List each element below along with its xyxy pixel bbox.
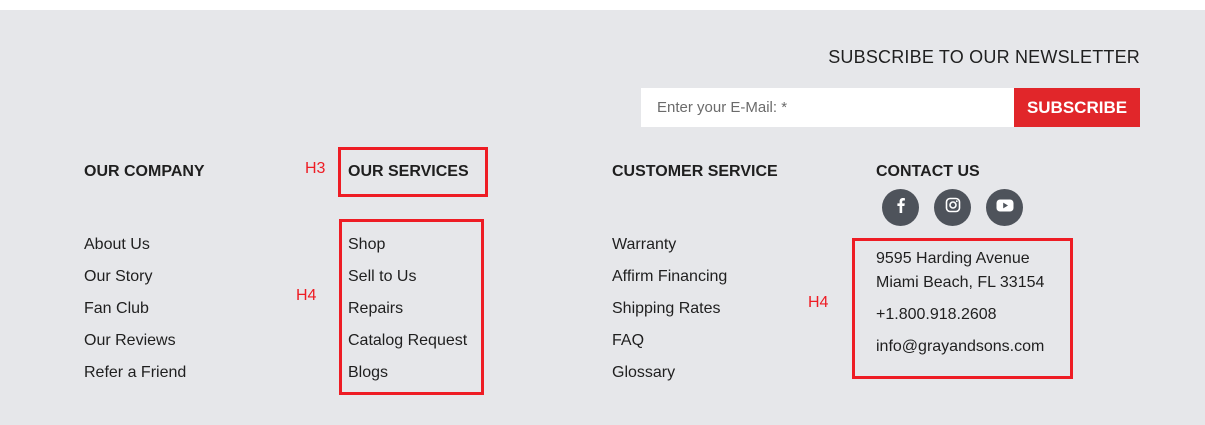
footer-link-refer-a-friend[interactable]: Refer a Friend — [84, 364, 186, 381]
footer-link-shipping-rates[interactable]: Shipping Rates — [612, 300, 721, 317]
footer-link-faq[interactable]: FAQ — [612, 332, 644, 349]
annotation-h3-label: H3 — [305, 160, 326, 177]
facebook-icon — [894, 197, 908, 218]
footer-link-glossary[interactable]: Glossary — [612, 364, 675, 381]
footer-link-our-reviews[interactable]: Our Reviews — [84, 332, 176, 349]
customer-service-heading: CUSTOMER SERVICE — [612, 163, 778, 180]
annotation-box-services-links — [339, 219, 484, 395]
annotation-h4-label-services: H4 — [296, 287, 317, 304]
annotation-box-services-heading — [338, 147, 488, 197]
youtube-link[interactable] — [986, 189, 1023, 226]
footer-link-our-story[interactable]: Our Story — [84, 268, 152, 285]
our-company-links: About Us Our Story Fan Club Our Reviews … — [84, 235, 186, 395]
site-footer: SUBSCRIBE TO OUR NEWSLETTER SUBSCRIBE OU… — [0, 10, 1205, 425]
youtube-icon — [996, 199, 1014, 217]
newsletter-email-input[interactable] — [641, 88, 1014, 127]
our-company-heading: OUR COMPANY — [84, 163, 205, 180]
footer-link-fan-club[interactable]: Fan Club — [84, 300, 149, 317]
footer-link-about-us[interactable]: About Us — [84, 236, 150, 253]
subscribe-button[interactable]: SUBSCRIBE — [1014, 88, 1140, 127]
footer-link-warranty[interactable]: Warranty — [612, 236, 676, 253]
annotation-box-contact-info — [852, 238, 1073, 379]
footer-link-affirm-financing[interactable]: Affirm Financing — [612, 268, 727, 285]
social-links — [882, 189, 1023, 226]
newsletter-title: SUBSCRIBE TO OUR NEWSLETTER — [828, 47, 1140, 67]
customer-service-links: Warranty Affirm Financing Shipping Rates… — [612, 235, 727, 395]
instagram-link[interactable] — [934, 189, 971, 226]
facebook-link[interactable] — [882, 189, 919, 226]
annotation-h4-label-contact: H4 — [808, 294, 829, 311]
contact-us-heading: CONTACT US — [876, 163, 980, 180]
instagram-icon — [945, 197, 961, 218]
